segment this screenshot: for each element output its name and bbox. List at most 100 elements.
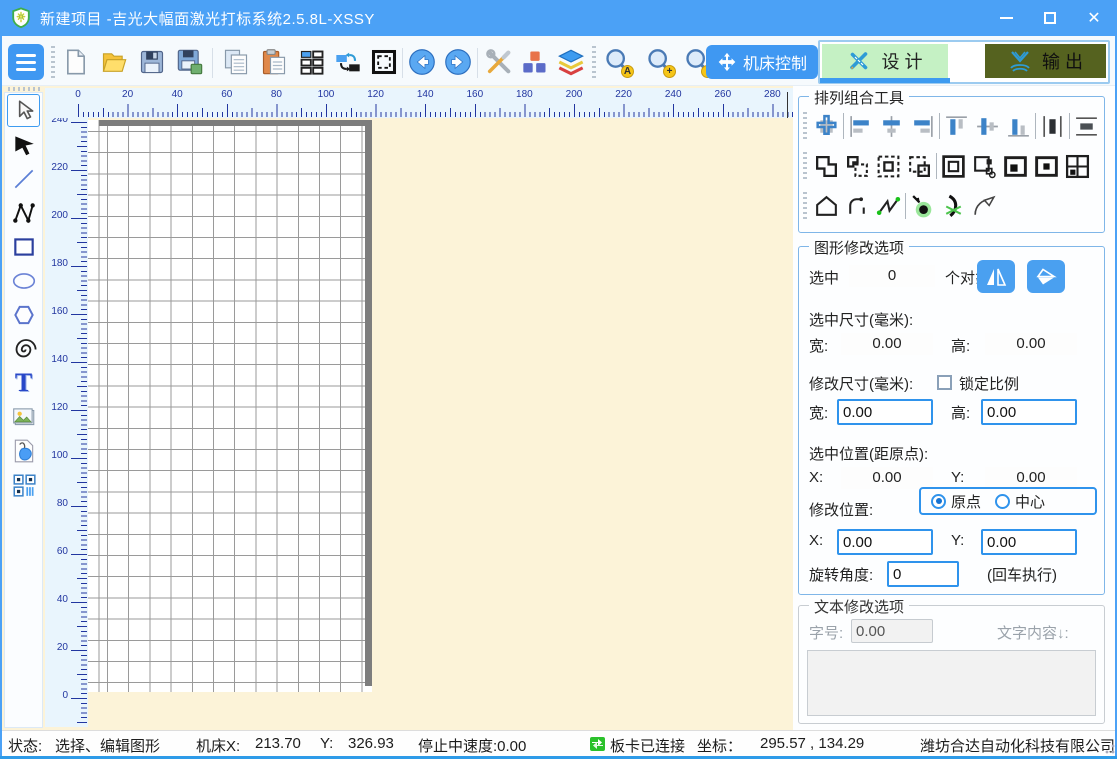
node-edit-tool[interactable] — [7, 128, 40, 161]
add-node-button[interactable] — [907, 191, 938, 222]
new-file-button[interactable] — [58, 44, 94, 80]
space-vertical-button[interactable] — [1037, 111, 1068, 142]
modify-height-input[interactable] — [981, 399, 1077, 425]
lock-ratio-checkbox[interactable] — [937, 375, 952, 390]
text-tool[interactable]: T — [7, 366, 40, 399]
tools-icon — [485, 48, 513, 76]
close-button[interactable]: ✕ — [1079, 5, 1109, 31]
modify-y-input[interactable] — [981, 529, 1077, 555]
text-group-title: 文本修改选项 — [809, 596, 909, 617]
ellipse-tool[interactable] — [7, 264, 40, 297]
select-tool[interactable] — [7, 94, 40, 127]
trim-curve-button[interactable] — [938, 191, 969, 222]
hexagon-icon — [11, 302, 37, 328]
tab-output[interactable]: 输 出 — [985, 44, 1106, 78]
blocks-button[interactable] — [517, 44, 553, 80]
add-node-icon — [909, 193, 936, 220]
settings-button[interactable] — [481, 44, 517, 80]
minimize-button[interactable] — [991, 5, 1021, 31]
text-content-textarea — [807, 650, 1096, 716]
cell-grid-button[interactable] — [1062, 151, 1093, 182]
align-bottom-button[interactable] — [1003, 111, 1034, 142]
paste-button[interactable] — [256, 44, 292, 80]
group-button[interactable] — [811, 151, 842, 182]
radio-origin-circle — [931, 494, 946, 509]
selected-y-value: 0.00 — [985, 467, 1077, 489]
space-horizontal-button[interactable] — [1071, 111, 1102, 142]
node-tools-row — [803, 189, 1000, 223]
open-file-button[interactable] — [96, 44, 132, 80]
save-as-icon — [176, 48, 204, 76]
fill-corner-button[interactable] — [1000, 151, 1031, 182]
vector-import-tool[interactable] — [7, 434, 40, 467]
align-center-h-button[interactable] — [876, 111, 907, 142]
height-label: 高: — [951, 335, 970, 356]
save-as-button[interactable] — [172, 44, 208, 80]
regroup-button[interactable] — [904, 151, 935, 182]
toolbar-separator — [212, 48, 213, 78]
canvas-work-area[interactable] — [88, 120, 372, 692]
combine-button[interactable] — [938, 151, 969, 182]
menu-button[interactable] — [8, 44, 44, 80]
polygon-tool[interactable] — [7, 298, 40, 331]
barcode-array-tool[interactable] — [7, 468, 40, 501]
spiral-tool[interactable] — [7, 332, 40, 365]
image-tool[interactable] — [7, 400, 40, 433]
select-all-button[interactable] — [366, 44, 402, 80]
app-logo-icon — [10, 7, 32, 29]
zoom-all-badge: A — [621, 65, 634, 78]
zoom-in-button[interactable]: + — [642, 44, 678, 80]
save-button[interactable] — [134, 44, 170, 80]
align-right-button[interactable] — [907, 111, 938, 142]
new-file-icon — [62, 48, 90, 76]
copy-button[interactable] — [218, 44, 254, 80]
tab-design[interactable]: 设 计 — [822, 44, 948, 78]
back-arrow-icon — [408, 48, 436, 76]
spiral-icon — [11, 336, 37, 362]
rotate-angle-input[interactable] — [887, 561, 959, 587]
radio-origin-label: 原点 — [951, 491, 981, 512]
ungroup-button[interactable] — [842, 151, 873, 182]
break-apart-button[interactable] — [969, 151, 1000, 182]
modify-width-input[interactable] — [837, 399, 933, 425]
title-bar: 新建项目 -吉光大幅面激光打标系统2.5.8L-XSSY ✕ — [0, 0, 1117, 36]
tool-palette: T — [4, 92, 43, 728]
layers-button[interactable] — [553, 44, 589, 80]
maximize-button[interactable] — [1035, 5, 1065, 31]
rectangle-tool[interactable] — [7, 230, 40, 263]
radio-origin[interactable]: 原点 — [931, 491, 981, 512]
toolbar-separator — [51, 46, 55, 78]
fill-center-button[interactable] — [1031, 151, 1062, 182]
mode-tabs: 设 计 输 出 — [818, 40, 1110, 84]
open-folder-icon — [100, 48, 128, 76]
align-top-button[interactable] — [941, 111, 972, 142]
transform-swap-button[interactable] — [330, 44, 366, 80]
machine-control-button[interactable]: 机床控制 — [706, 45, 818, 79]
line-icon — [11, 166, 37, 192]
align-left-button[interactable] — [845, 111, 876, 142]
arrange-group-title: 排列组合工具 — [809, 87, 909, 108]
open-path-button[interactable] — [842, 191, 873, 222]
align-middle-button[interactable] — [972, 111, 1003, 142]
dissolve-group-button[interactable] — [873, 151, 904, 182]
window-border — [0, 36, 2, 759]
zoom-all-button[interactable]: A — [600, 44, 636, 80]
line-tool[interactable] — [7, 162, 40, 195]
redo-button[interactable] — [440, 44, 476, 80]
array-copy-button[interactable] — [294, 44, 330, 80]
modify-x-input[interactable] — [837, 529, 933, 555]
close-path-button[interactable] — [811, 191, 842, 222]
align-center-both-button[interactable] — [811, 111, 842, 142]
select-node-button[interactable] — [969, 191, 1000, 222]
selected-height-value: 0.00 — [985, 333, 1077, 355]
radio-center[interactable]: 中心 — [995, 491, 1045, 512]
swap-icon — [334, 48, 362, 76]
flip-vertical-button[interactable] — [1027, 260, 1065, 293]
polyline-tool[interactable] — [7, 196, 40, 229]
undo-button[interactable] — [404, 44, 440, 80]
curve-edit-button[interactable] — [873, 191, 904, 222]
flip-horizontal-button[interactable] — [977, 260, 1015, 293]
resize-grip[interactable] — [1105, 744, 1115, 754]
layers-icon — [557, 48, 585, 76]
rectangle-icon — [11, 234, 37, 260]
